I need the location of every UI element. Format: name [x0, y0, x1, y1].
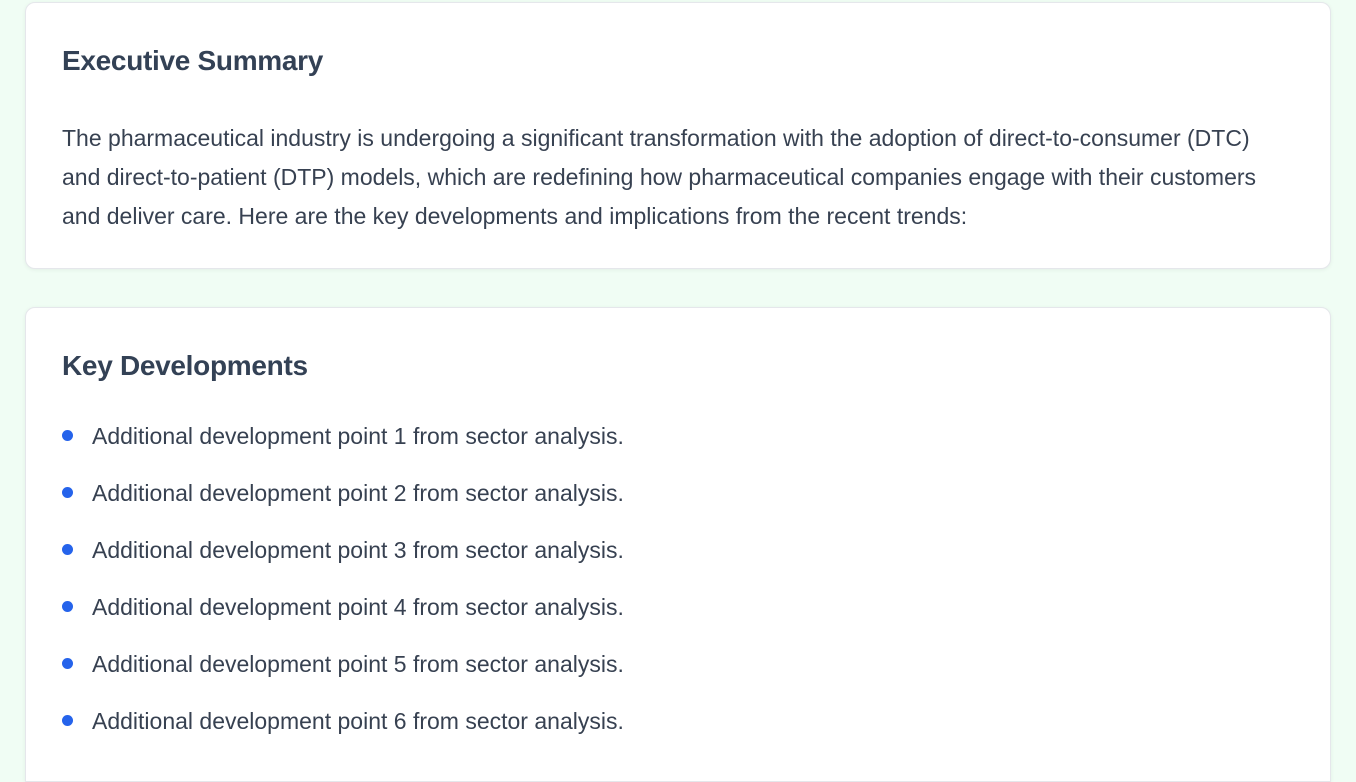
executive-summary-card: Executive Summary The pharmaceutical ind…	[25, 2, 1331, 269]
executive-summary-text: The pharmaceutical industry is undergoin…	[62, 125, 1257, 229]
list-item-label: Additional development point 1 from sect…	[92, 423, 624, 449]
bullet-icon	[62, 487, 73, 498]
executive-summary-title: Executive Summary	[62, 45, 324, 76]
report-page: Executive Summary The pharmaceutical ind…	[0, 0, 1356, 782]
bullet-icon	[62, 715, 73, 726]
bullet-icon	[62, 544, 73, 555]
list-item-label: Additional development point 2 from sect…	[92, 480, 624, 506]
bullet-icon	[62, 658, 73, 669]
list-item: Additional development point 1 from sect…	[62, 422, 624, 479]
list-item-label: Additional development point 3 from sect…	[92, 537, 624, 563]
list-item: Additional development point 3 from sect…	[62, 536, 624, 593]
list-item: Additional development point 4 from sect…	[62, 593, 624, 650]
list-item-label: Additional development point 5 from sect…	[92, 651, 624, 677]
list-item: Additional development point 2 from sect…	[62, 479, 624, 536]
key-developments-title: Key Developments	[62, 350, 308, 381]
key-developments-list: Additional development point 1 from sect…	[62, 422, 624, 764]
list-item-label: Additional development point 4 from sect…	[92, 594, 624, 620]
list-item: Additional development point 5 from sect…	[62, 650, 624, 707]
key-developments-card: Key Developments Additional development …	[25, 307, 1331, 782]
bullet-icon	[62, 430, 73, 441]
list-item: Additional development point 6 from sect…	[62, 707, 624, 764]
bullet-icon	[62, 601, 73, 612]
list-item-label: Additional development point 6 from sect…	[92, 708, 624, 734]
